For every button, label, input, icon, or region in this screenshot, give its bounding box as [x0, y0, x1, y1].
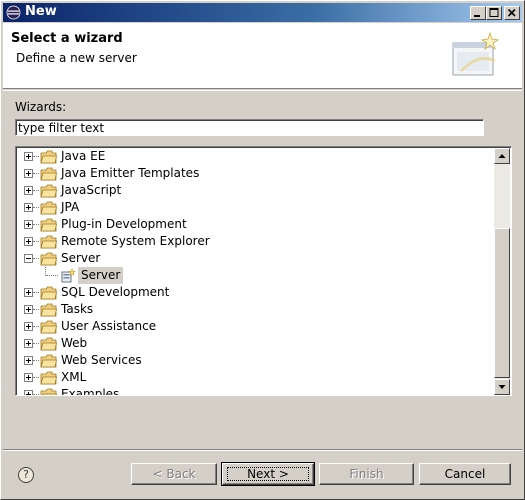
- scroll-down-button[interactable]: [494, 379, 510, 395]
- tree-item-label: Web: [61, 336, 88, 350]
- expand-icon[interactable]: [24, 322, 33, 331]
- title-bar[interactable]: New: [3, 3, 522, 22]
- folder-icon: [40, 337, 57, 351]
- scroll-thumb[interactable]: [494, 228, 510, 378]
- folder-icon: [40, 150, 57, 164]
- tree-item-javascript[interactable]: JavaScript: [18, 182, 494, 199]
- folder-icon: [40, 235, 57, 249]
- back-button[interactable]: < Back: [131, 463, 217, 485]
- wizard-tree[interactable]: Java EE Java Emitter Templates JavaScrip…: [15, 146, 512, 396]
- tree-scrollbar[interactable]: [494, 148, 510, 395]
- expand-icon[interactable]: [24, 203, 33, 212]
- tree-item-label: Tasks: [61, 302, 94, 316]
- tree-item-java-ee[interactable]: Java EE: [18, 148, 494, 165]
- cancel-button[interactable]: Cancel: [419, 463, 511, 485]
- tree-item-label: Web Services: [61, 353, 142, 367]
- tree-item-label: Examples: [61, 387, 120, 395]
- tree-item-label: SQL Development: [61, 285, 170, 299]
- expand-icon[interactable]: [24, 152, 33, 161]
- folder-icon: [40, 354, 57, 368]
- folder-open-icon: [40, 252, 57, 266]
- scroll-up-button[interactable]: [494, 148, 510, 164]
- tree-item-label: Plug-in Development: [61, 217, 187, 231]
- filter-input[interactable]: [15, 119, 484, 136]
- expand-icon[interactable]: [24, 339, 33, 348]
- footer-divider-highlight: [3, 450, 522, 451]
- page-title: Select a wizard: [11, 31, 123, 46]
- minimize-button[interactable]: [470, 6, 486, 20]
- tree-item-java-emitter-templates[interactable]: Java Emitter Templates: [18, 165, 494, 182]
- tree-item-label: JavaScript: [61, 183, 122, 197]
- expand-icon[interactable]: [24, 390, 33, 395]
- tree-item-web-services[interactable]: Web Services: [18, 352, 494, 369]
- tree-item-examples[interactable]: Examples: [18, 386, 494, 395]
- folder-icon: [40, 184, 57, 198]
- tree-rows: Java EE Java Emitter Templates JavaScrip…: [18, 148, 494, 395]
- close-icon: [507, 8, 516, 17]
- eclipse-icon: [6, 5, 21, 20]
- expand-icon[interactable]: [24, 237, 33, 246]
- folder-icon: [40, 371, 57, 385]
- tree-item-label: Server: [78, 267, 124, 284]
- new-wizard-dialog: New Select a wizard Define a new server …: [0, 0, 525, 500]
- expand-icon[interactable]: [24, 186, 33, 195]
- tree-item-tasks[interactable]: Tasks: [18, 301, 494, 318]
- finish-button[interactable]: Finish: [319, 463, 414, 485]
- folder-icon: [40, 201, 57, 215]
- folder-icon: [40, 388, 57, 395]
- folder-icon: [40, 303, 57, 317]
- folder-icon: [40, 167, 57, 181]
- help-icon[interactable]: ?: [18, 467, 34, 483]
- next-button[interactable]: Next >: [221, 462, 315, 486]
- wizard-header: Select a wizard Define a new server: [3, 23, 522, 89]
- tree-item-label: XML: [61, 370, 87, 384]
- tree-item-label: Java Emitter Templates: [61, 166, 200, 180]
- tree-item-label: User Assistance: [61, 319, 157, 333]
- expand-icon[interactable]: [24, 288, 33, 297]
- tree-item-user-assistance[interactable]: User Assistance: [18, 318, 494, 335]
- expand-icon[interactable]: [24, 373, 33, 382]
- folder-icon: [40, 218, 57, 232]
- tree-item-label: Server: [61, 251, 101, 265]
- tree-item-remote-system-explorer[interactable]: Remote System Explorer: [18, 233, 494, 250]
- tree-item-label: Remote System Explorer: [61, 234, 210, 248]
- maximize-icon: [489, 8, 499, 17]
- server-wizard-icon: [61, 268, 76, 283]
- tree-item-xml[interactable]: XML: [18, 369, 494, 386]
- folder-icon: [40, 320, 57, 334]
- expand-icon[interactable]: [24, 356, 33, 365]
- arrow-down-icon: [498, 385, 506, 389]
- tree-item-web[interactable]: Web: [18, 335, 494, 352]
- tree-item-sql-development[interactable]: SQL Development: [18, 284, 494, 301]
- expand-icon[interactable]: [24, 305, 33, 314]
- page-description: Define a new server: [16, 51, 137, 65]
- maximize-button[interactable]: [486, 6, 502, 20]
- collapse-icon[interactable]: [24, 254, 33, 263]
- tree-item-plug-in-development[interactable]: Plug-in Development: [18, 216, 494, 233]
- folder-icon: [40, 286, 57, 300]
- minimize-icon: [474, 15, 480, 17]
- tree-item-server-category[interactable]: Server: [18, 250, 494, 267]
- close-button[interactable]: [504, 6, 520, 20]
- header-divider: [3, 90, 522, 91]
- tree-item-jpa[interactable]: JPA: [18, 199, 494, 216]
- expand-icon[interactable]: [24, 169, 33, 178]
- expand-icon[interactable]: [24, 220, 33, 229]
- tree-item-server-wizard[interactable]: Server: [18, 267, 494, 284]
- focus-ring: [227, 467, 309, 481]
- window-title: New: [25, 4, 57, 19]
- tree-item-label: JPA: [61, 200, 80, 214]
- tree-item-label: Java EE: [61, 149, 106, 163]
- wizards-label: Wizards:: [15, 100, 67, 114]
- arrow-up-icon: [498, 154, 506, 158]
- wizard-banner-icon: [452, 31, 500, 76]
